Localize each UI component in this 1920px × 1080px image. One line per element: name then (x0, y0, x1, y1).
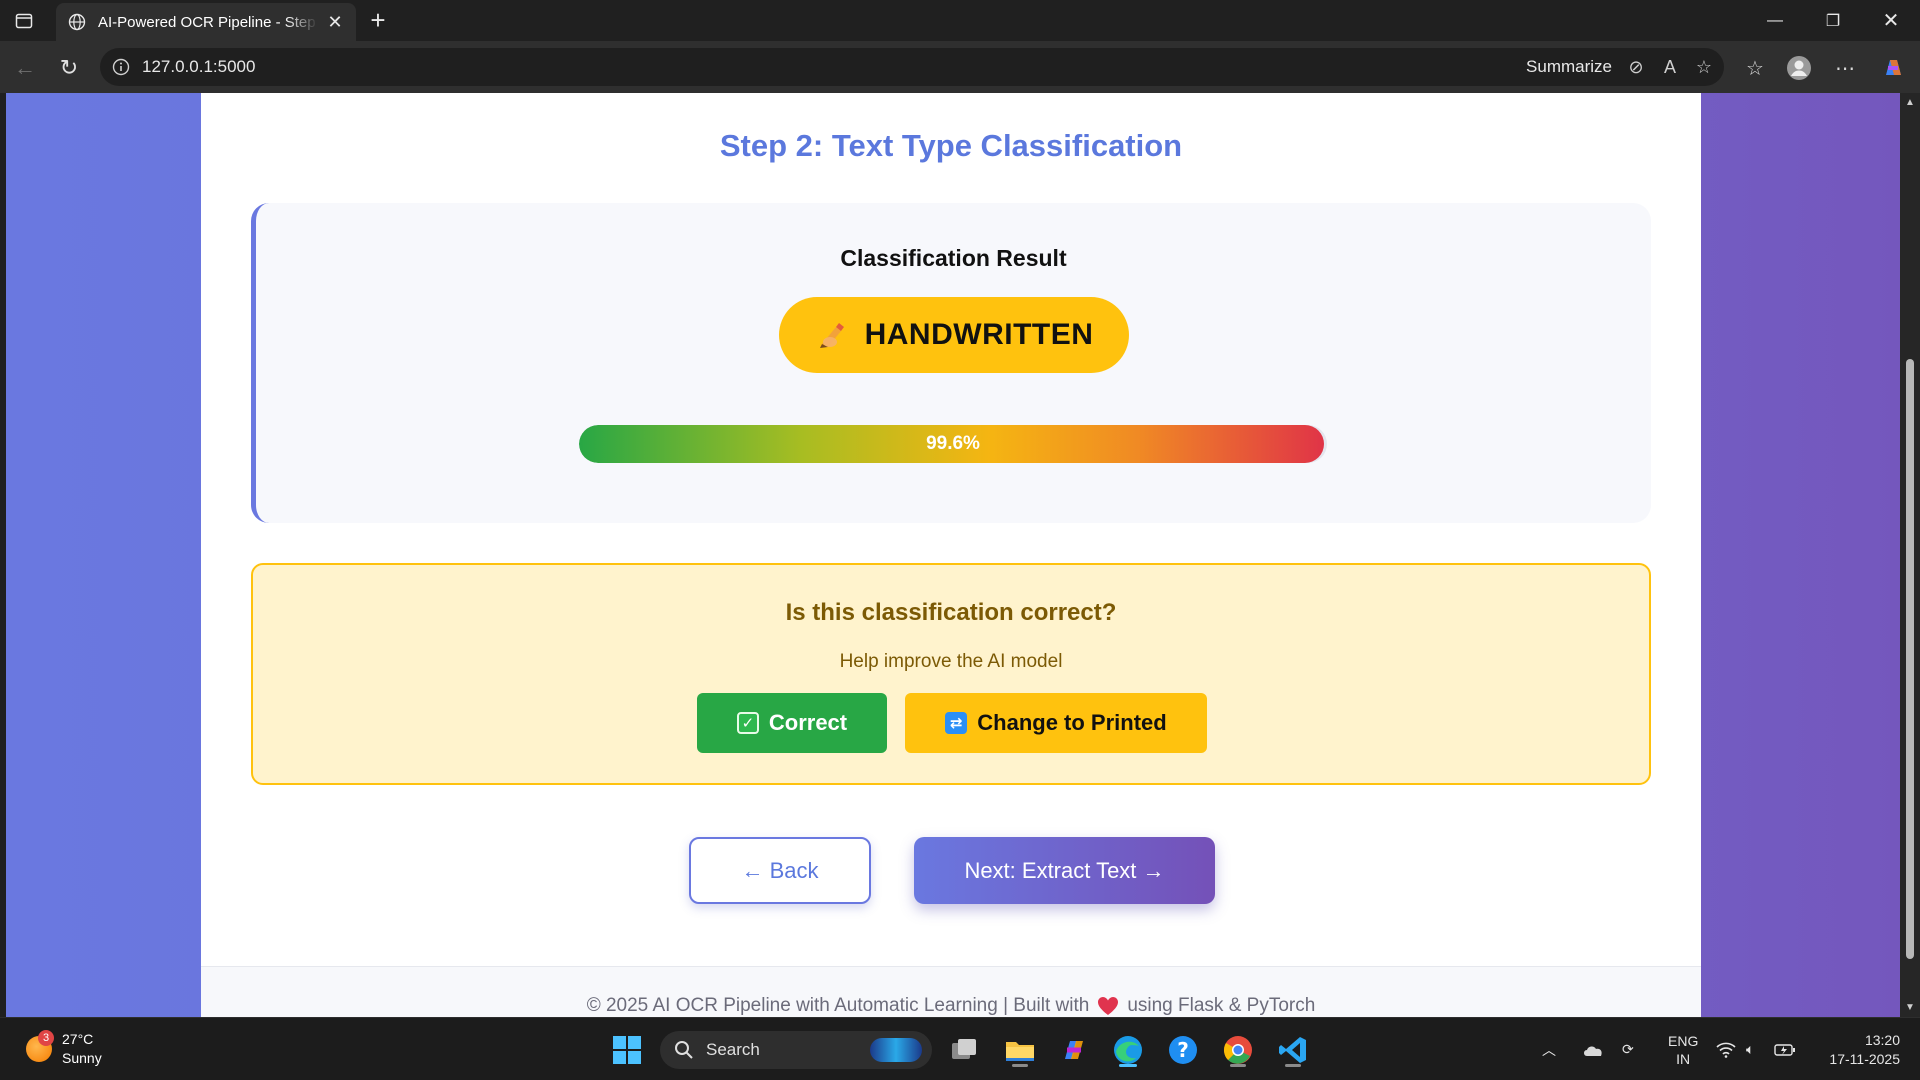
reload-icon[interactable]: ↻ (54, 53, 84, 83)
scrollbar-thumb[interactable] (1906, 359, 1914, 959)
weather-widget[interactable]: 3 27°C Sunny (26, 1030, 102, 1068)
classification-result-panel: Classification Result HANDWRITTEN 99.6% (251, 203, 1651, 523)
back-button[interactable]: ← Back (689, 837, 871, 904)
weather-desc: Sunny (62, 1050, 102, 1066)
page-scrollbar[interactable]: ▲ ▼ (1900, 93, 1920, 1017)
search-icon (675, 1041, 693, 1059)
browser-toolbar: ← ↻ 127.0.0.1:5000 Summarize ⊘ A ☆ ☆ ⋯ (0, 41, 1920, 93)
next-extract-text-button[interactable]: Next: Extract Text → (914, 837, 1215, 904)
clock[interactable]: 13:20 17-11-2025 (1816, 1018, 1900, 1080)
svg-text:?: ? (1177, 1038, 1189, 1062)
page-footer: © 2025 AI OCR Pipeline with Automatic Le… (201, 966, 1701, 1017)
taskbar-search[interactable]: Search (660, 1031, 932, 1069)
volume-icon[interactable]: 🔈︎ (1746, 1018, 1754, 1080)
close-tab-icon[interactable]: ✕ (324, 11, 346, 33)
tab-actions-icon[interactable] (12, 9, 36, 33)
globe-icon (66, 11, 88, 33)
battery-icon[interactable] (1774, 1018, 1796, 1080)
address-bar[interactable]: 127.0.0.1:5000 Summarize ⊘ A ☆ (100, 48, 1724, 86)
footer-text-end: using Flask & PyTorch (1127, 995, 1316, 1016)
writing-hand-icon (815, 317, 851, 353)
summarize-button[interactable]: Summarize (1526, 57, 1612, 77)
page-title: Step 2: Text Type Classification (719, 128, 1183, 163)
url-text[interactable]: 127.0.0.1:5000 (142, 57, 1526, 77)
search-highlight-icon (870, 1038, 922, 1062)
vscode-icon[interactable] (1273, 1030, 1313, 1070)
favorite-star-icon[interactable]: ☆ (1690, 53, 1718, 81)
clock-time: 13:20 (1864, 1031, 1900, 1048)
browser-tabbar: AI-Powered OCR Pipeline - Step b ✕ + — ❐… (0, 0, 1920, 41)
confidence-text: 99.6% (926, 433, 980, 454)
running-indicator (1230, 1064, 1246, 1067)
check-mark-icon: ✓ (736, 712, 759, 734)
minimize-icon[interactable]: — (1746, 0, 1804, 41)
read-aloud-icon[interactable]: A (1656, 53, 1684, 81)
result-heading: Classification Result (840, 245, 1067, 271)
profile-avatar-icon[interactable] (1782, 51, 1816, 85)
heart-icon (1097, 996, 1119, 1016)
copilot-icon[interactable] (1876, 51, 1910, 85)
running-indicator (1012, 1064, 1028, 1067)
footer-text: © 2025 AI OCR Pipeline with Automatic Le… (201, 995, 1701, 1017)
language-line2: IN (1676, 1050, 1691, 1067)
classification-badge: HANDWRITTEN (779, 297, 1129, 373)
start-menu-icon[interactable] (607, 1030, 647, 1070)
edge-browser-icon[interactable] (1108, 1030, 1148, 1070)
correct-button[interactable]: ✓ Correct (697, 693, 887, 753)
classification-label: HANDWRITTEN (864, 318, 1094, 351)
scroll-up-icon[interactable]: ▲ (1905, 97, 1915, 108)
show-hidden-icons-icon[interactable]: ︿ (1542, 1018, 1556, 1080)
task-view-icon[interactable] (944, 1030, 984, 1070)
copilot-app-icon[interactable] (1054, 1030, 1094, 1070)
running-indicator (1285, 1064, 1301, 1067)
help-icon[interactable]: ? (1163, 1030, 1203, 1070)
file-explorer-icon[interactable] (1000, 1030, 1040, 1070)
feedback-heading: Is this classification correct? (785, 599, 1117, 626)
weather-temp: 27°C (62, 1031, 94, 1047)
feedback-subtext: Help improve the AI model (839, 651, 1063, 672)
confidence-bar: 99.6% (579, 425, 1327, 463)
clock-date: 17-11-2025 (1829, 1050, 1900, 1067)
favorites-icon[interactable]: ☆ (1738, 51, 1772, 85)
change-button-label: Change to Printed (977, 710, 1167, 735)
chrome-icon[interactable] (1218, 1030, 1258, 1070)
footer-text-start: © 2025 AI OCR Pipeline with Automatic Le… (586, 995, 1090, 1016)
copilot-summarize-icon[interactable]: ⊘ (1622, 53, 1650, 81)
windows-taskbar: 3 27°C Sunny Search ? ︿ ⟳ ENG IN 🔈︎ 13:2… (0, 1017, 1920, 1080)
more-menu-icon[interactable]: ⋯ (1828, 51, 1862, 85)
feedback-panel: Is this classification correct? Help imp… (251, 563, 1651, 785)
correct-button-label: Correct (768, 710, 848, 735)
restore-icon[interactable]: ❐ (1804, 0, 1862, 41)
close-window-icon[interactable]: ✕ (1862, 0, 1920, 41)
sun-icon: 3 (26, 1030, 54, 1062)
back-arrow-icon[interactable]: ← (10, 53, 40, 83)
swap-arrows-icon: ⇄ (945, 712, 968, 734)
change-to-printed-button[interactable]: ⇄ Change to Printed (905, 693, 1207, 753)
scroll-down-icon[interactable]: ▼ (1905, 1002, 1915, 1013)
tab-title: AI-Powered OCR Pipeline - Step b (98, 13, 318, 31)
onedrive-cloud-icon[interactable] (1582, 1018, 1604, 1080)
search-placeholder: Search (706, 1040, 760, 1059)
browser-tab-active[interactable]: AI-Powered OCR Pipeline - Step b ✕ (56, 3, 356, 41)
wifi-icon[interactable] (1716, 1018, 1736, 1080)
new-tab-icon[interactable]: + (364, 5, 392, 35)
active-indicator (1119, 1064, 1137, 1067)
site-info-icon[interactable] (112, 58, 130, 76)
sync-icon[interactable]: ⟳ (1622, 1018, 1634, 1080)
language-line1: ENG (1668, 1032, 1699, 1049)
weather-badge: 3 (38, 1030, 54, 1046)
main-card: Step 2: Text Type Classification Classif… (201, 93, 1701, 1017)
language-indicator[interactable]: ENG IN (1668, 1018, 1698, 1080)
page-viewport: Step 2: Text Type Classification Classif… (6, 93, 1900, 1017)
